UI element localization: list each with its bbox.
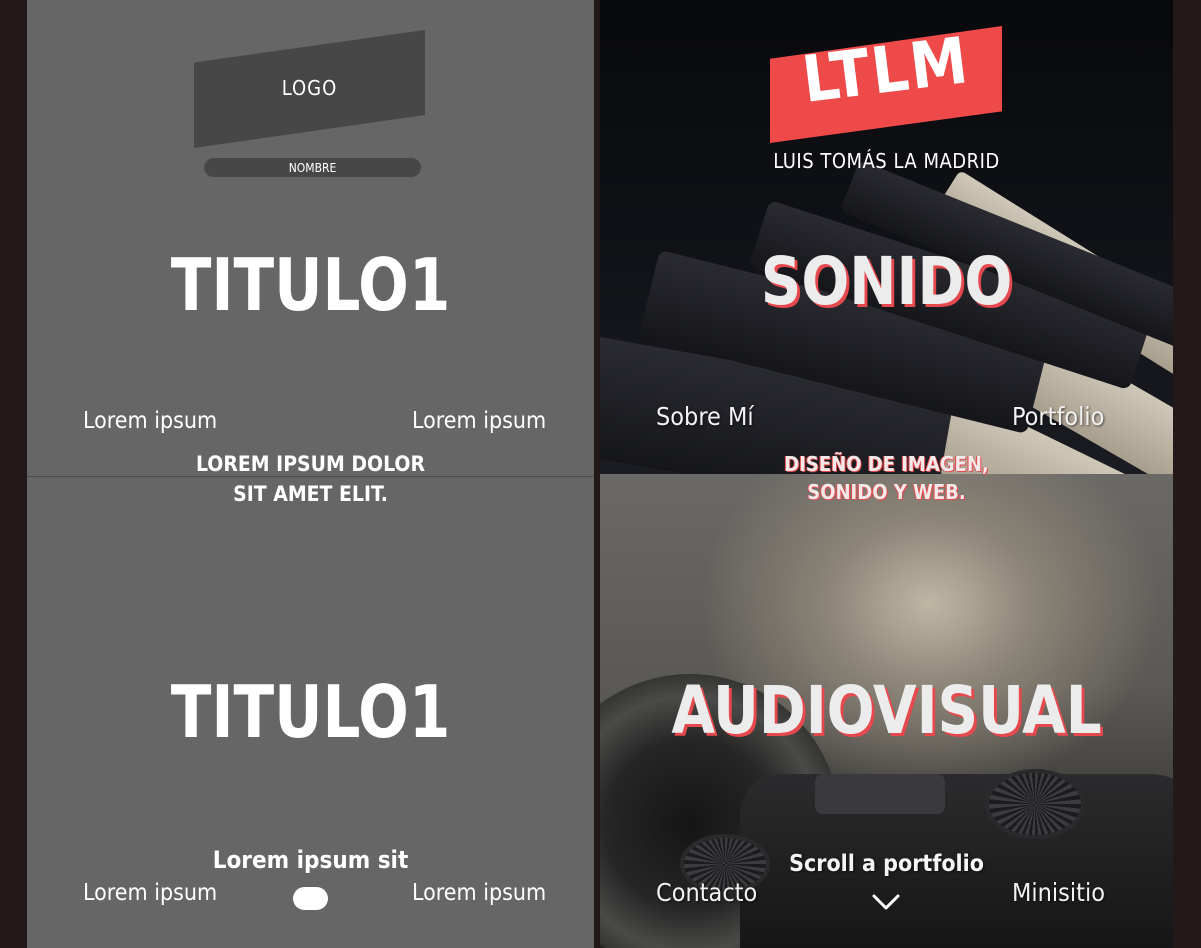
tagline-line-2: SONIDO Y WEB. [807,480,966,504]
wire-subtitle-line-1: LOREM IPSUM DOLOR [195,452,426,476]
wire-scroll-text: Lorem ipsum sit [212,846,409,874]
wire-subtitle: LOREM IPSUM DOLOR SIT AMET ELIT. [27,449,594,509]
title-sonido: SONIDO [760,243,1013,320]
wire-scroll-button[interactable] [293,887,328,910]
title-audiovisual: AUDIOVISUAL [671,672,1102,749]
scroll-to-portfolio-label[interactable]: Scroll a portfolio [600,851,1173,877]
nav-sobre-mi[interactable]: Sobre Mí [656,404,856,429]
wire-link-left-bottom[interactable]: Lorem ipsum [83,882,283,905]
nav-minisitio[interactable]: Minisitio [1012,880,1173,905]
camera-hotshoe [815,774,945,814]
name-placeholder: NOMBRE [204,158,421,177]
nav-portfolio[interactable]: Portfolio [1012,404,1173,429]
wire-link-right-bottom[interactable]: Lorem ipsum [412,882,594,905]
camera-dial [985,769,1085,839]
tagline-line-1: DISEÑO DE IMAGEN, [784,452,989,476]
tagline: DISEÑO DE IMAGEN, SONIDO Y WEB. [600,450,1173,506]
wire-title-top: TITULO1 [170,243,451,327]
chevron-down-icon[interactable] [871,890,901,914]
wireframe-panel: LOGO NOMBRE TITULO1 Lorem ipsum Lorem ip… [27,0,594,948]
wire-link-left-top[interactable]: Lorem ipsum [83,410,283,433]
logo-label: LOGO [281,76,338,100]
wire-subtitle-line-2: SIT AMET ELIT. [233,482,388,506]
wire-link-right-top[interactable]: Lorem ipsum [412,410,594,433]
wire-title-bottom: TITULO1 [170,670,451,754]
design-panel: LTLM LUIS TOMÁS LA MADRID SONIDO Sobre M… [600,0,1173,948]
brand-name: LUIS TOMÁS LA MADRID [773,149,1000,173]
nav-contacto[interactable]: Contacto [656,880,856,905]
